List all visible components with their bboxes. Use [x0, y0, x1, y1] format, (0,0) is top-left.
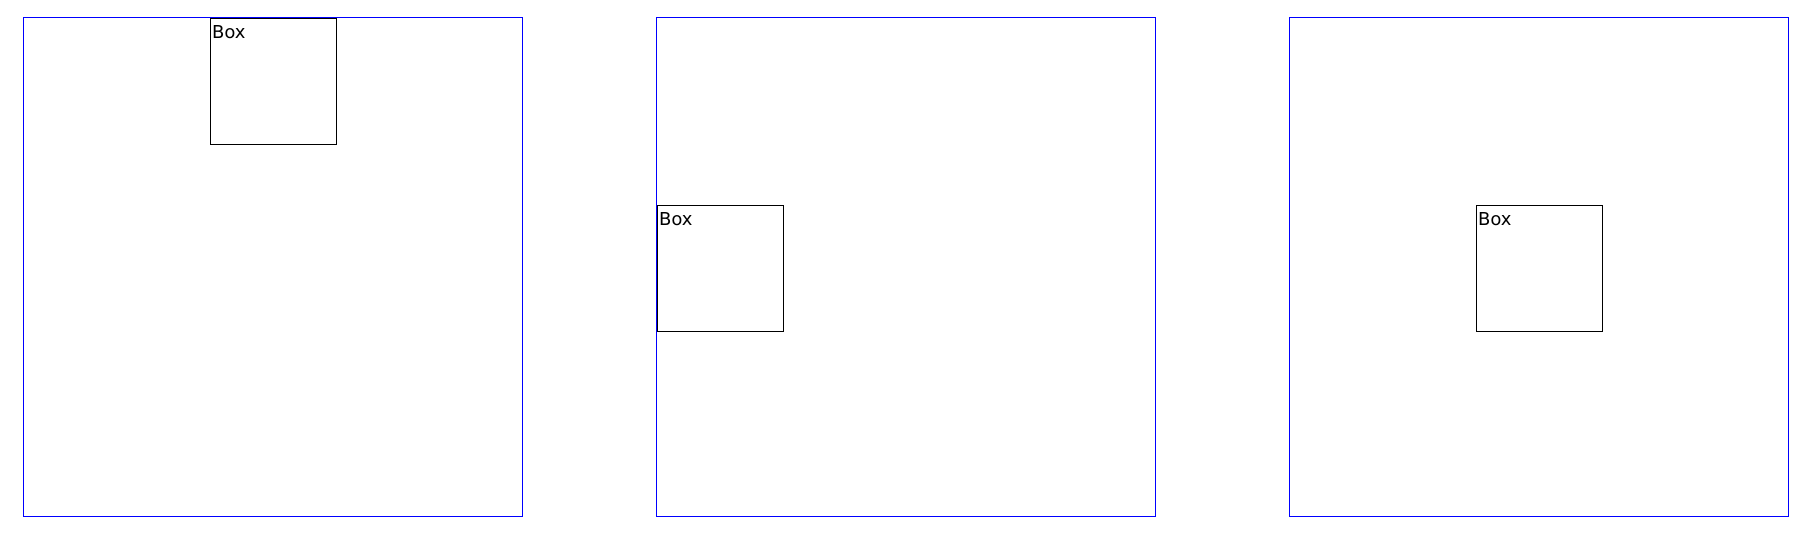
box-label: Box [212, 22, 246, 43]
diagram-canvas: Box Box Box [0, 0, 1814, 550]
box-label: Box [1478, 209, 1512, 230]
container-panel-3: Box [1289, 17, 1789, 517]
container-panel-2: Box [656, 17, 1156, 517]
box-top-center: Box [210, 18, 337, 145]
box-left-middle: Box [657, 205, 784, 332]
box-label: Box [659, 209, 693, 230]
box-center: Box [1476, 205, 1603, 332]
container-panel-1: Box [23, 17, 523, 517]
